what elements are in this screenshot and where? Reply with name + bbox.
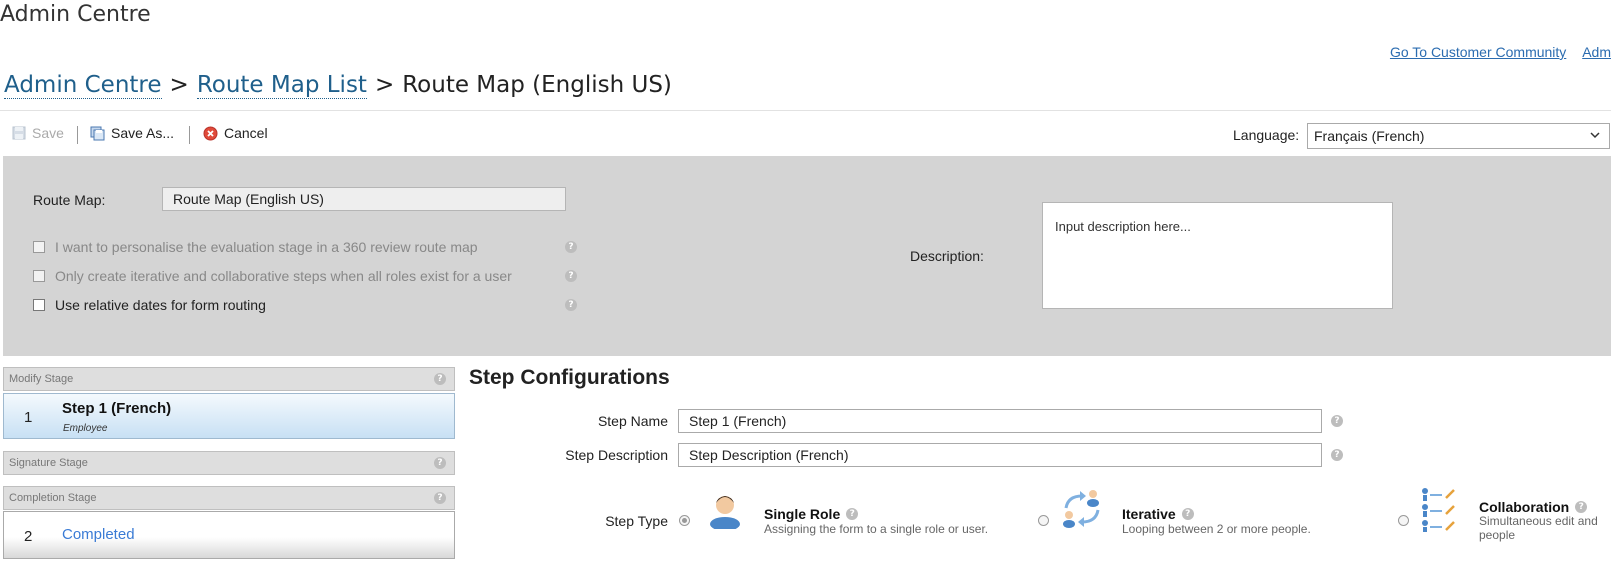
iterative-radio[interactable]	[1038, 515, 1049, 526]
step-description-input[interactable]: Step Description (French)	[678, 443, 1322, 467]
collaboration-description-cont: people	[1479, 528, 1516, 542]
personalise-360-option: I want to personalise the evaluation sta…	[33, 239, 478, 255]
step-item-step-1[interactable]: 1 Step 1 (French) Employee	[3, 393, 455, 439]
step-number: 2	[24, 528, 33, 545]
iterative-option: Iterative ?	[1122, 506, 1194, 522]
help-icon[interactable]: ?	[846, 508, 859, 520]
collaboration-description: Simultaneous edit and	[1479, 514, 1598, 528]
signature-stage-header: Signature Stage ?	[3, 451, 455, 475]
collaboration-people-icon	[1422, 488, 1455, 532]
save-as-icon	[90, 126, 105, 140]
language-label: Language:	[1233, 127, 1300, 143]
personalise-360-label: I want to personalise the evaluation sta…	[55, 239, 478, 255]
language-value: Français (French)	[1314, 128, 1425, 144]
single-role-radio[interactable]	[679, 515, 690, 526]
description-textarea[interactable]: Input description here...	[1042, 202, 1393, 309]
relative-dates-label: Use relative dates for form routing	[55, 297, 266, 313]
step-role: Employee	[63, 423, 108, 434]
description-label: Description:	[910, 248, 984, 264]
iterative-steps-option: Only create iterative and collaborative …	[33, 268, 512, 284]
collaboration-title: Collaboration	[1479, 499, 1570, 515]
help-icon[interactable]: ?	[1181, 508, 1194, 520]
step-item-completed[interactable]: 2 Completed	[3, 511, 455, 559]
customer-community-link[interactable]: Go To Customer Community	[1390, 44, 1566, 60]
help-icon[interactable]: ?	[1331, 415, 1343, 427]
breadcrumb-separator: >	[169, 72, 189, 98]
help-icon[interactable]: ?	[565, 241, 577, 253]
breadcrumb-admin-centre[interactable]: Admin Centre	[4, 72, 162, 99]
single-role-title: Single Role	[764, 506, 841, 522]
breadcrumb-route-map-list[interactable]: Route Map List	[196, 72, 367, 99]
breadcrumb-current: Route Map (English US)	[402, 72, 672, 98]
step-description-label: Step Description	[565, 447, 668, 463]
completed-step-link[interactable]: Completed	[62, 526, 135, 543]
step-configurations-title: Step Configurations	[469, 366, 670, 389]
cancel-icon	[203, 126, 218, 140]
help-icon[interactable]: ?	[1331, 449, 1343, 461]
single-role-option: Single Role ?	[764, 506, 859, 522]
single-role-description: Assigning the form to a single role or u…	[764, 522, 989, 536]
modify-stage-header: Modify Stage ?	[3, 367, 455, 391]
iterative-steps-label: Only create iterative and collaborative …	[55, 268, 512, 284]
help-icon[interactable]: ?	[434, 492, 446, 504]
admin-link[interactable]: Adm	[1582, 44, 1611, 60]
help-icon[interactable]: ?	[565, 299, 577, 311]
save-as-label: Save As...	[111, 125, 175, 141]
collaboration-option: Collaboration ?	[1479, 499, 1588, 515]
language-select[interactable]: Français (French)	[1307, 123, 1610, 149]
toolbar-divider	[189, 126, 190, 144]
save-label: Save	[32, 125, 64, 141]
single-role-person-icon	[710, 496, 740, 529]
toolbar-divider	[77, 126, 78, 144]
iterative-steps-checkbox[interactable]	[33, 270, 45, 282]
relative-dates-checkbox[interactable]	[33, 299, 45, 311]
save-as-button[interactable]: Save As...	[90, 125, 174, 141]
breadcrumb: Admin Centre > Route Map List > Route Map (E…	[4, 72, 672, 99]
cancel-label: Cancel	[224, 125, 268, 141]
completion-stage-label: Completion Stage	[9, 492, 97, 504]
help-icon[interactable]: ?	[565, 270, 577, 282]
toolbar: Save Save As... Cancel Language: Françai…	[0, 110, 1611, 156]
relative-dates-option: Use relative dates for form routing	[33, 297, 266, 313]
route-map-name-input[interactable]: Route Map (English US)	[162, 187, 566, 211]
cancel-button[interactable]: Cancel	[203, 125, 268, 141]
iterative-description: Looping between 2 or more people.	[1122, 522, 1311, 536]
app-title: Admin Centre	[0, 2, 151, 27]
save-button[interactable]: Save	[12, 125, 64, 141]
chevron-down-icon	[1590, 132, 1600, 139]
collaboration-radio[interactable]	[1398, 515, 1409, 526]
iterative-loop-icon	[1063, 490, 1100, 528]
step-type-label: Step Type	[605, 513, 668, 529]
iterative-title: Iterative	[1122, 506, 1176, 522]
top-links: Go To Customer Community Adm	[1378, 44, 1611, 60]
save-icon	[12, 126, 26, 140]
help-icon[interactable]: ?	[434, 373, 446, 385]
breadcrumb-separator: >	[374, 72, 395, 98]
modify-stage-label: Modify Stage	[9, 373, 74, 385]
completion-stage-header: Completion Stage ?	[3, 486, 455, 510]
personalise-360-checkbox[interactable]	[33, 241, 45, 253]
step-name-label: Step Name	[597, 413, 668, 429]
step-name-input[interactable]: Step 1 (French)	[678, 409, 1322, 433]
help-icon[interactable]: ?	[1575, 501, 1588, 513]
route-map-settings-panel: Route Map: Route Map (English US) I want…	[3, 156, 1611, 356]
route-map-label: Route Map:	[33, 192, 106, 208]
help-icon[interactable]: ?	[434, 457, 446, 469]
step-name: Step 1 (French)	[62, 400, 172, 417]
signature-stage-label: Signature Stage	[9, 457, 88, 469]
step-number: 1	[24, 409, 33, 426]
